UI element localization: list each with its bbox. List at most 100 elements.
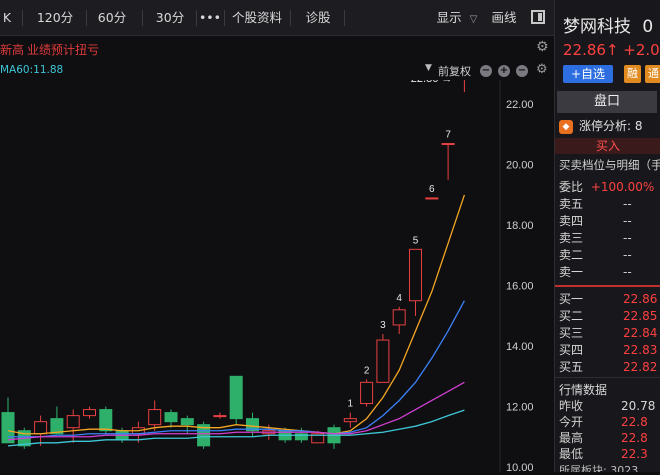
y-tick-label: 20.00 (506, 160, 534, 172)
buy-button[interactable]: 买入 (555, 138, 660, 154)
divider (196, 10, 197, 26)
toolbar: K 120分 60分 30分 ••• 个股资料 诊股 显示 ▽ 画线 (0, 0, 554, 36)
candle-body (425, 197, 439, 200)
stock-name: 梦网科技 0 (563, 12, 653, 37)
bid-row: 买五 22.82 (559, 359, 659, 376)
add-watchlist-button[interactable]: +自选 (563, 65, 613, 83)
market-data-row: 最高 22.8 (559, 430, 660, 446)
ask-row: 卖一 -- (559, 264, 659, 281)
candle-body (392, 309, 406, 326)
ask-value: -- (623, 231, 632, 245)
margin-badge[interactable]: 融 (624, 65, 641, 83)
candle-body (180, 418, 194, 426)
bid-value: 22.86 (623, 292, 658, 306)
kline-chart[interactable]: 22.00 20.00 18.00 16.00 14.00 12.00 10.00 1 2 3 4 5… (0, 64, 554, 474)
period-60min-button[interactable]: 60分 (92, 8, 132, 28)
period-30min-button[interactable]: 30分 (148, 8, 192, 28)
market-data-label: 最低 (559, 447, 584, 461)
fire-icon: ◆ (559, 119, 573, 134)
order-book-divider (555, 285, 660, 287)
layout-toggle-icon[interactable] (531, 10, 545, 24)
period-120min-button[interactable]: 120分 (30, 8, 80, 28)
bid-label: 买二 (559, 309, 584, 323)
ma-legend: MA60:11.88 ▼ 前复权 − + − ⚙ (0, 62, 554, 80)
candle-body (409, 248, 422, 302)
limit-up-analysis[interactable]: ◆ 涨停分析: 8 (559, 117, 643, 134)
ask-row: 卖三 -- (559, 230, 659, 247)
ask-row: 卖五 -- (559, 196, 659, 213)
divider (290, 10, 291, 26)
order-ratio-value: +100.00% (590, 180, 655, 194)
market-data-value: 22.3 (621, 447, 648, 461)
gear-icon[interactable]: ⚙ (536, 39, 549, 55)
market-data-label: 最高 (559, 431, 584, 445)
stock-profile-button[interactable]: 个股资料 (228, 8, 286, 28)
stock-code-prefix: 0 (642, 17, 654, 37)
divider (86, 10, 87, 26)
candle-body (343, 418, 357, 423)
limit-up-label: 涨停分析: 8 (579, 119, 643, 133)
quote-panel: 梦网科技 0 22.86↑ +2.08 +自选 融 通 盘口 ◆ 涨停分析: 8 … (554, 0, 660, 472)
market-data-row: 最低 22.3 (559, 446, 660, 462)
bid-label: 买一 (559, 292, 584, 306)
ask-label: 卖三 (559, 231, 584, 245)
adjust-mode-select[interactable]: 前复权 (438, 63, 471, 79)
draw-line-button[interactable]: 画线 (488, 8, 520, 28)
period-k-button[interactable]: K (0, 8, 14, 28)
display-label: 显示 (436, 10, 462, 25)
ask-label: 卖一 (559, 265, 584, 279)
market-data-value: 20.78 (621, 399, 656, 413)
ask-value: -- (623, 197, 632, 211)
candle-body (229, 375, 243, 420)
market-data-value: 22.8 (621, 431, 648, 445)
limit-up-marker: 2 (364, 365, 370, 376)
limit-up-marker: 1 (348, 399, 354, 410)
order-ratio-label: 委比 (559, 180, 584, 194)
ask-row: 卖四 -- (559, 213, 659, 230)
candle-body (360, 381, 374, 405)
more-periods-button[interactable]: ••• (198, 8, 222, 28)
tab-pankou[interactable]: 盘口 (557, 91, 657, 113)
stock-price: 22.86↑ +2.08 (563, 41, 660, 59)
kline-svg: 22.00 20.00 18.00 16.00 14.00 12.00 10.00 1 2 3 4 5… (1, 64, 534, 474)
collapse-icon[interactable]: − (516, 65, 528, 77)
diagnose-button[interactable]: 诊股 (298, 8, 338, 28)
market-data-row: 昨收 20.78 (559, 398, 660, 414)
zoom-out-icon[interactable]: − (480, 65, 492, 77)
divider (142, 10, 143, 26)
bid-row: 买一 22.86 (559, 291, 659, 308)
bid-label: 买四 (559, 343, 584, 357)
candle-body (376, 339, 390, 383)
y-tick-label: 16.00 (506, 281, 534, 293)
candle-body (99, 409, 113, 432)
chevron-down-icon[interactable]: ▼ (425, 63, 432, 73)
ask-label: 卖五 (559, 197, 584, 211)
order-book-title: 买卖档位与明细（手 (559, 158, 660, 172)
ask-value: -- (623, 248, 632, 262)
ask-label: 卖四 (559, 214, 584, 228)
order-ratio: 委比 +100.00% (559, 178, 654, 195)
ask-label: 卖二 (559, 248, 584, 262)
connect-badge[interactable]: 通 (645, 65, 660, 83)
y-tick-label: 14.00 (506, 341, 534, 353)
bid-label: 买三 (559, 326, 584, 340)
market-data-value: 22.8 (621, 415, 648, 429)
zoom-in-icon[interactable]: + (498, 65, 510, 77)
ask-value: -- (623, 265, 632, 279)
candle-body (164, 412, 178, 423)
candle-body (1, 412, 15, 444)
limit-up-marker: 6 (429, 184, 435, 195)
last-price-label: 22.86 → (411, 80, 453, 85)
sector-info[interactable]: 所属板块: 3023 (559, 462, 638, 472)
bid-value: 22.84 (623, 326, 658, 340)
ask-value: -- (623, 214, 632, 228)
limit-up-marker: 7 (445, 130, 451, 141)
bid-value: 22.83 (623, 343, 658, 357)
candle-body (213, 415, 227, 418)
divider (344, 10, 345, 26)
gear-icon[interactable]: ⚙ (536, 62, 548, 77)
stock-name-text: 梦网科技 (563, 17, 631, 37)
display-dropdown[interactable]: 显示 ▽ (432, 8, 482, 28)
divider (555, 377, 660, 378)
bid-value: 22.85 (623, 309, 658, 323)
